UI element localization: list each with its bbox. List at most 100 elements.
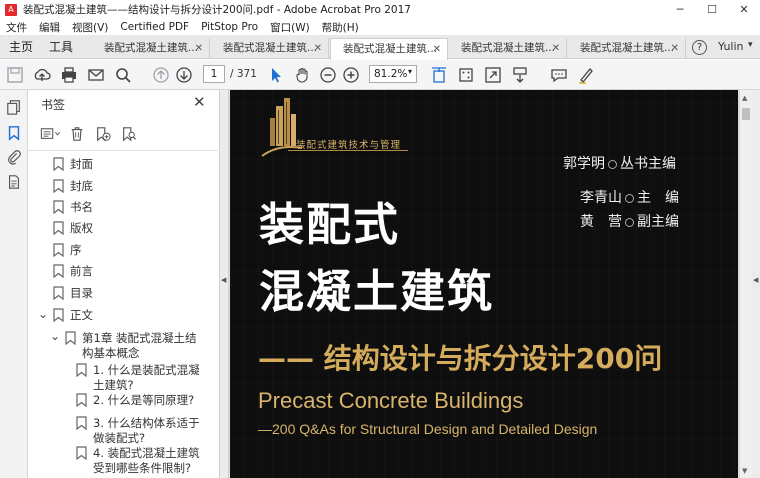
next-page-icon[interactable]: [174, 65, 194, 85]
select-cursor-icon[interactable]: [266, 65, 286, 85]
expand-toggle[interactable]: ⌄: [38, 307, 48, 321]
document-properties-icon[interactable]: [4, 172, 24, 192]
menu-pitstop-pro[interactable]: PitStop Pro: [201, 21, 258, 33]
tab-tools[interactable]: 工具: [49, 35, 73, 59]
close-tab-icon[interactable]: ✕: [671, 38, 679, 59]
dot-icon: [608, 159, 617, 169]
scrollbar-thumb[interactable]: [742, 108, 750, 120]
title-bar: A 装配式混凝土建筑——结构设计与拆分设计200问.pdf - Adobe Ac…: [0, 0, 760, 19]
bookmark-item[interactable]: 序: [53, 243, 82, 258]
user-name[interactable]: Yulin: [718, 40, 744, 53]
bookmark-item-icon: [53, 286, 64, 300]
menu-certified-pdf[interactable]: Certified PDF: [120, 21, 189, 33]
bookmark-label: 版权: [70, 221, 93, 235]
menu-window[interactable]: 窗口(W): [270, 20, 310, 35]
expand-toggle[interactable]: ⌄: [50, 329, 60, 343]
bookmark-item-expanded[interactable]: 第1章 装配式混凝土结构基本概念: [65, 331, 205, 361]
doc-tab[interactable]: 装配式混凝土建筑... ✕: [211, 38, 329, 59]
page-thumbnails-icon[interactable]: [4, 97, 24, 117]
page-number-input[interactable]: 1: [203, 65, 225, 83]
scroll-mode-icon[interactable]: [510, 65, 530, 85]
bookmark-label: 4. 装配式混凝土建筑受到哪些条件限制?: [93, 446, 200, 475]
cloud-upload-icon[interactable]: [32, 65, 52, 85]
email-icon[interactable]: [86, 65, 106, 85]
bookmark-item[interactable]: 版权: [53, 221, 93, 236]
menu-help[interactable]: 帮助(H): [322, 20, 359, 35]
english-title: Precast Concrete Buildings: [258, 388, 524, 413]
bookmark-item-expanded[interactable]: 正文: [53, 308, 93, 323]
bookmark-item-icon: [53, 221, 64, 235]
expand-right-icon[interactable]: ◀: [753, 276, 758, 284]
menu-edit[interactable]: 编辑: [39, 20, 60, 35]
print-icon[interactable]: [59, 65, 79, 85]
bookmark-item-icon: [53, 308, 64, 322]
minimize-button[interactable]: ─: [664, 0, 696, 19]
bookmark-item[interactable]: 2. 什么是等同原理?: [76, 393, 204, 408]
full-screen-icon[interactable]: [483, 65, 503, 85]
close-tab-icon[interactable]: ✕: [552, 38, 560, 59]
bookmark-item[interactable]: 1. 什么是装配式混凝土建筑?: [76, 363, 204, 393]
collapse-left-icon[interactable]: ◀: [221, 276, 226, 284]
help-icon[interactable]: ?: [692, 40, 707, 55]
fit-page-icon[interactable]: [429, 65, 449, 85]
bookmark-item[interactable]: 3. 什么结构体系适于做装配式?: [76, 416, 204, 446]
menu-bar: 文件 编辑 视图(V) Certified PDF PitStop Pro 窗口…: [0, 19, 760, 35]
doc-tab-label: 装配式混凝土建筑...: [461, 42, 556, 54]
scroll-down-icon[interactable]: ▼: [742, 467, 747, 475]
hand-tool-icon[interactable]: [293, 65, 313, 85]
bookmark-item[interactable]: 前言: [53, 264, 93, 279]
bookmark-item-icon: [53, 243, 64, 257]
chevron-down-icon[interactable]: ▾: [408, 67, 412, 76]
new-bookmark-icon[interactable]: [92, 124, 114, 144]
close-button[interactable]: ✕: [728, 0, 760, 19]
bookmark-item[interactable]: 4. 装配式混凝土建筑受到哪些条件限制?: [76, 446, 204, 476]
bookmark-label: 封面: [70, 157, 93, 171]
menu-file[interactable]: 文件: [6, 20, 27, 35]
doc-tab[interactable]: 装配式混凝土建筑... ✕: [92, 38, 210, 59]
series-name: 装配式建筑技术与管理: [296, 140, 402, 151]
tab-bar: 主页 工具 装配式混凝土建筑... ✕ 装配式混凝土建筑... ✕ 装配式混凝土…: [0, 35, 760, 60]
bookmark-item-icon: [53, 264, 64, 278]
chevron-down-icon[interactable]: ⌄: [50, 329, 60, 343]
bookmark-item[interactable]: 封底: [53, 179, 93, 194]
bookmark-item[interactable]: 封面: [53, 157, 93, 172]
acrobat-app-icon: A: [5, 3, 17, 16]
doc-tab[interactable]: 装配式混凝土建筑... ✕: [568, 38, 686, 59]
bookmark-item[interactable]: 书名: [53, 200, 93, 215]
maximize-button[interactable]: ☐: [696, 0, 728, 19]
bookmark-label: 第1章 装配式混凝土结构基本概念: [82, 331, 197, 360]
previous-page-icon[interactable]: [151, 65, 171, 85]
document-scrollbar[interactable]: ▲ ▼: [740, 90, 752, 478]
close-tab-icon[interactable]: ✕: [195, 38, 203, 59]
right-pane-toggle[interactable]: ◀: [752, 90, 760, 478]
options-menu-icon[interactable]: [40, 124, 62, 144]
scroll-up-icon[interactable]: ▲: [742, 94, 747, 102]
close-panel-icon[interactable]: ✕: [193, 93, 206, 111]
bookmark-item[interactable]: 目录: [53, 286, 93, 301]
highlight-pen-icon[interactable]: [576, 65, 596, 85]
close-tab-icon[interactable]: ✕: [433, 39, 441, 60]
attachment-icon[interactable]: [4, 147, 24, 167]
editor-name: 黄 营: [580, 214, 622, 230]
menu-view[interactable]: 视图(V): [72, 20, 108, 35]
find-bookmark-icon[interactable]: [118, 124, 140, 144]
comment-icon[interactable]: [549, 65, 569, 85]
doc-tab[interactable]: 装配式混凝土建筑... ✕: [449, 38, 567, 59]
bookmark-item-icon: [76, 416, 87, 430]
delete-bookmark-icon[interactable]: [66, 124, 88, 144]
chevron-down-icon[interactable]: ▾: [748, 40, 753, 50]
chevron-down-icon[interactable]: ⌄: [38, 307, 48, 321]
doc-tab-active[interactable]: 装配式混凝土建筑... ✕: [330, 38, 448, 60]
panel-splitter[interactable]: ◀: [220, 90, 229, 478]
bookmark-icon[interactable]: [4, 123, 24, 143]
search-icon[interactable]: [113, 65, 133, 85]
tab-home[interactable]: 主页: [9, 35, 33, 59]
close-tab-icon[interactable]: ✕: [314, 38, 322, 59]
save-icon[interactable]: [5, 65, 25, 85]
editor-role: 丛书主编: [620, 156, 676, 172]
book-title-line2: 混凝土建筑: [259, 265, 495, 318]
zoom-in-icon[interactable]: [341, 65, 361, 85]
bookmark-label: 2. 什么是等同原理?: [93, 393, 195, 407]
rotate-icon[interactable]: [456, 65, 476, 85]
zoom-out-icon[interactable]: [318, 65, 338, 85]
